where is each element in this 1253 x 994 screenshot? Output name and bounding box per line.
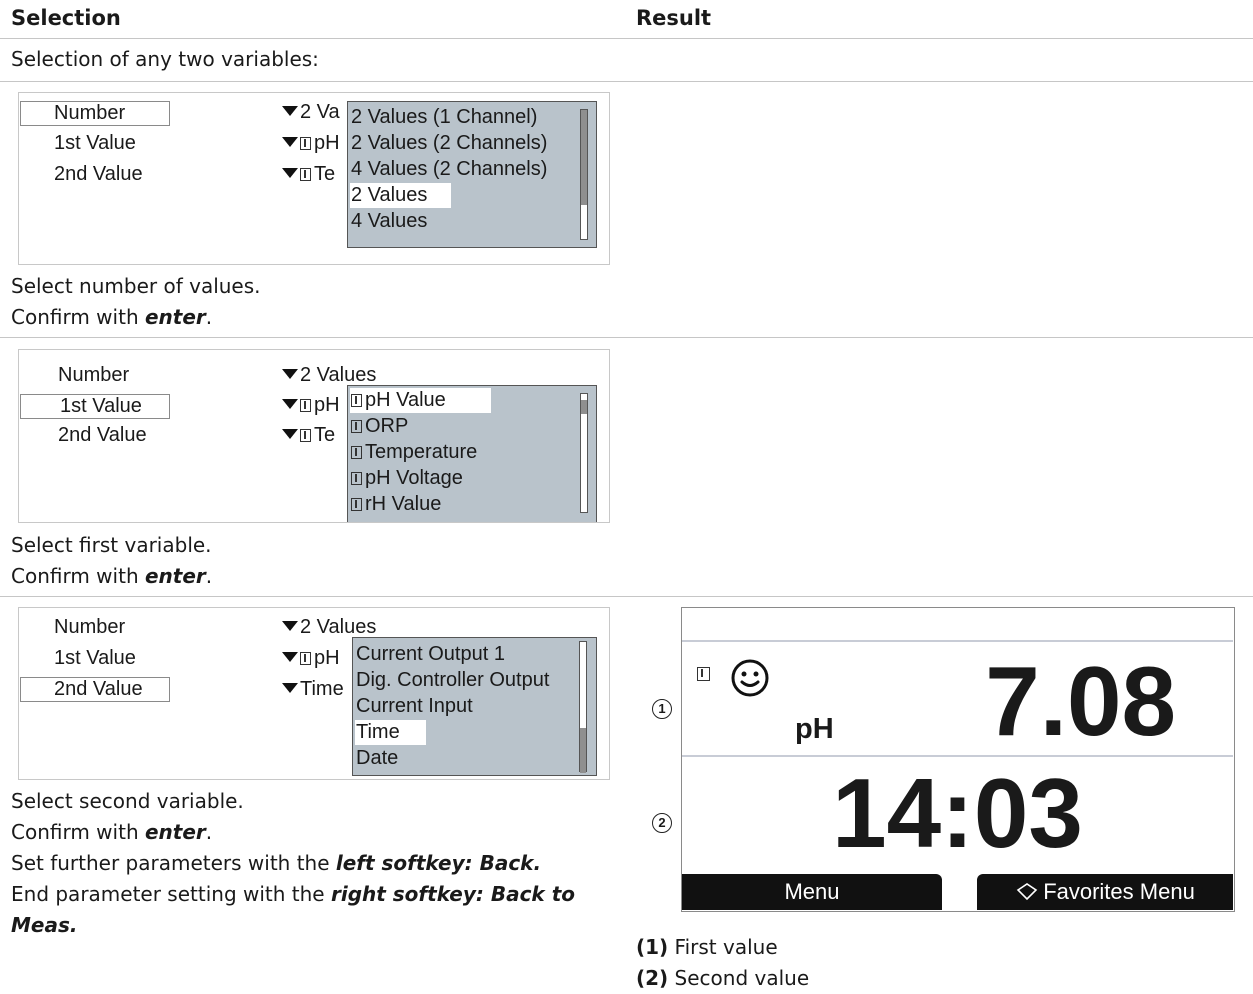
label-number[interactable]: Number: [20, 101, 170, 126]
option-orp[interactable]: ORP: [350, 414, 411, 439]
channel-i-icon: [351, 420, 362, 433]
option-rh-value[interactable]: rH Value: [350, 492, 444, 517]
label-number[interactable]: Number: [58, 364, 129, 387]
channel-i-icon: [351, 472, 362, 485]
scrollbar-thumb[interactable]: [581, 110, 587, 205]
option-ph-value[interactable]: pH Value: [350, 388, 491, 413]
label-second-value[interactable]: 2nd Value: [58, 424, 147, 447]
step1-confirm: Confirm with enter.: [11, 305, 213, 329]
dropdown-arrow-icon: [282, 429, 298, 439]
channel-i-icon: [351, 394, 362, 407]
channel-i-icon: [300, 137, 311, 150]
step2-divider: [0, 596, 1253, 597]
channel-i-icon: [300, 652, 311, 665]
step3-screen: Number 1st Value 2nd Value 2 Values pH T…: [18, 607, 610, 780]
step3-end-params-cont: Meas.: [11, 913, 78, 937]
result-header: Result: [636, 6, 712, 30]
label-first-value[interactable]: 1st Value: [54, 647, 136, 670]
dropdown-arrow-icon: [282, 369, 298, 379]
number-dropdown-list: 2 Values (1 Channel) 2 Values (2 Channel…: [347, 101, 597, 248]
dropdown-arrow-icon: [282, 168, 298, 178]
dropdown-scrollbar[interactable]: [580, 109, 588, 240]
value-second[interactable]: Te: [282, 424, 335, 447]
second-value-reading: 14:03: [832, 758, 1083, 868]
display-top-divider: [682, 640, 1233, 642]
dropdown-arrow-icon: [282, 621, 298, 631]
dropdown-scrollbar[interactable]: [580, 393, 588, 513]
value-first[interactable]: pH: [282, 132, 340, 155]
channel-i-icon: [300, 429, 311, 442]
step1-screen: Number 1st Value 2nd Value 2 Va pH Te 2 …: [18, 92, 610, 265]
dropdown-arrow-icon: [282, 652, 298, 662]
option-4-values[interactable]: 4 Values: [350, 209, 430, 234]
option-dig-controller-output[interactable]: Dig. Controller Output: [355, 668, 552, 693]
legend-first: (1) First value: [636, 935, 778, 959]
second-value-dropdown-list: Current Output 1 Dig. Controller Output …: [352, 637, 597, 776]
legend-second: (2) Second value: [636, 966, 810, 990]
option-2-values-1-channel[interactable]: 2 Values (1 Channel): [350, 105, 540, 130]
step2-instruction: Select first variable.: [11, 533, 212, 557]
header-divider: [0, 38, 1253, 39]
option-2-values[interactable]: 2 Values: [350, 183, 451, 208]
value-number[interactable]: 2 Values: [282, 616, 376, 639]
label-number[interactable]: Number: [54, 616, 125, 639]
step2-confirm: Confirm with enter.: [11, 564, 213, 588]
option-date[interactable]: Date: [355, 746, 401, 771]
channel-i-icon: [300, 399, 311, 412]
dropdown-arrow-icon: [282, 683, 298, 693]
intro-divider: [0, 81, 1253, 82]
option-time[interactable]: Time: [355, 720, 426, 745]
value-number[interactable]: 2 Va: [282, 101, 340, 124]
first-value-dropdown-list: pH Value ORP Temperature pH Voltage rH V…: [347, 385, 597, 522]
display-mid-divider: [682, 755, 1233, 757]
callout-2: 2: [652, 813, 672, 833]
option-4-values-2-channels[interactable]: 4 Values (2 Channels): [350, 157, 550, 182]
option-current-input[interactable]: Current Input: [355, 694, 476, 719]
step1-instruction: Select number of values.: [11, 274, 261, 298]
value-first[interactable]: pH: [282, 394, 340, 417]
label-first-value[interactable]: 1st Value: [20, 394, 170, 419]
step3-further-params: Set further parameters with the left sof…: [11, 851, 542, 875]
dropdown-arrow-icon: [282, 399, 298, 409]
dropdown-scrollbar[interactable]: [579, 641, 587, 773]
scrollbar-thumb[interactable]: [581, 400, 587, 414]
label-second-value[interactable]: 2nd Value: [20, 677, 170, 702]
first-value-unit: pH: [795, 713, 834, 745]
measurement-display: pH 7.08 14:03 Menu Favorites Menu: [681, 607, 1235, 912]
step3-confirm: Confirm with enter.: [11, 820, 213, 844]
label-second-value[interactable]: 2nd Value: [54, 163, 143, 186]
value-second[interactable]: Te: [282, 163, 335, 186]
step2-screen: Number 1st Value 2nd Value 2 Values pH T…: [18, 349, 610, 523]
option-current-output-1[interactable]: Current Output 1: [355, 642, 508, 667]
favorites-heart-icon: [1016, 883, 1038, 901]
value-first[interactable]: pH: [282, 647, 340, 670]
channel-i-icon: [351, 446, 362, 459]
option-2-values-2-channels[interactable]: 2 Values (2 Channels): [350, 131, 550, 156]
option-ph-voltage[interactable]: pH Voltage: [350, 466, 466, 491]
label-first-value[interactable]: 1st Value: [54, 132, 136, 155]
step3-end-params: End parameter setting with the right sof…: [11, 882, 575, 906]
softkey-right-favorites[interactable]: Favorites Menu: [977, 874, 1233, 910]
scrollbar-thumb[interactable]: [580, 728, 586, 773]
intro-text: Selection of any two variables:: [11, 47, 319, 71]
selection-header: Selection: [11, 6, 121, 30]
channel-i-icon: [300, 168, 311, 181]
smiley-icon: [731, 659, 769, 697]
channel-i-icon: [697, 667, 710, 681]
step3-instruction: Select second variable.: [11, 789, 244, 813]
callout-1: 1: [652, 699, 672, 719]
channel-i-icon: [351, 498, 362, 511]
option-temperature[interactable]: Temperature: [350, 440, 480, 465]
step1-divider: [0, 337, 1253, 338]
dropdown-arrow-icon: [282, 106, 298, 116]
first-value-reading: 7.08: [985, 646, 1176, 756]
softkey-left-menu[interactable]: Menu: [682, 874, 942, 910]
value-number[interactable]: 2 Values: [282, 364, 376, 387]
dropdown-arrow-icon: [282, 137, 298, 147]
value-second[interactable]: Time: [282, 678, 344, 701]
